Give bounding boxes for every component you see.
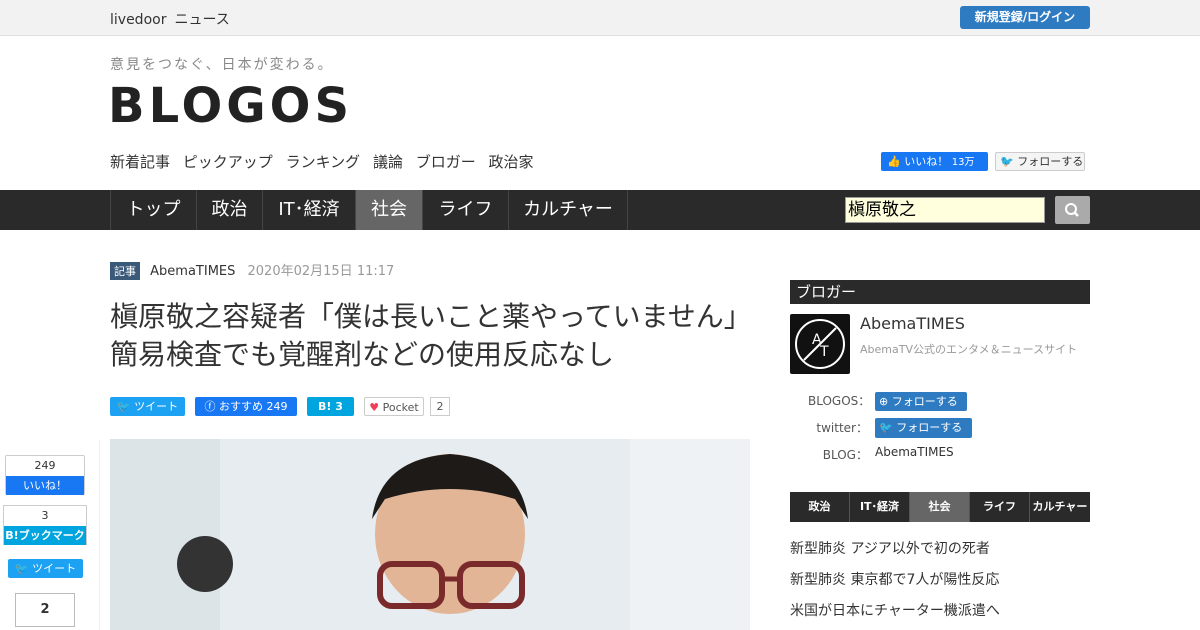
- twitter-bird-icon: 🐦: [879, 421, 893, 434]
- article-source[interactable]: AbemaTIMES: [150, 264, 235, 279]
- subnav-discussion[interactable]: 議論: [373, 153, 403, 171]
- news-item[interactable]: 新型肺炎 東京都で7人が陽性反応: [790, 569, 999, 589]
- hatena-bookmark-button[interactable]: B! 3: [307, 397, 354, 416]
- subnav-pickup[interactable]: ピックアップ: [183, 153, 273, 171]
- abematimes-logo-icon: A T: [795, 319, 845, 369]
- nav-top[interactable]: トップ: [110, 190, 196, 230]
- site-tagline: 意見をつなぐ、日本が変わる。: [110, 57, 334, 73]
- tweet-label: ツイート: [134, 400, 179, 413]
- subnav-ranking[interactable]: ランキング: [286, 153, 361, 171]
- search-button[interactable]: [1055, 196, 1090, 224]
- floating-like-count: 249: [34, 459, 56, 472]
- nav-it-economy[interactable]: IT･経済: [262, 190, 355, 230]
- fb-count: 249: [266, 400, 288, 413]
- pocket-icon: ♥: [369, 401, 380, 414]
- register-login-button[interactable]: 新規登録/ログイン: [960, 6, 1090, 29]
- nav-culture[interactable]: カルチャー: [508, 190, 628, 230]
- article-tag: 記事: [110, 262, 140, 280]
- blogos-follow-label: フォローする: [891, 395, 958, 408]
- twitter-follow-sidebar-button[interactable]: 🐦 フォローする: [875, 418, 972, 438]
- brand-livedoor: livedoor: [110, 12, 167, 28]
- nav-life[interactable]: ライフ: [422, 190, 508, 230]
- blog-link[interactable]: AbemaTIMES: [875, 445, 954, 459]
- article-photo: [110, 439, 750, 630]
- floating-tweet-label: ツイート: [32, 562, 77, 575]
- facebook-recommend-button[interactable]: ⓕ おすすめ 249: [195, 397, 297, 416]
- floating-hatena-count: 3: [41, 509, 49, 522]
- follow-label: フォローする: [1017, 155, 1084, 168]
- like-label: いいね！: [904, 155, 949, 168]
- blogger-description: AbemaTV公式のエンタメ＆ニュースサイト: [860, 343, 1078, 356]
- tab-it-economy[interactable]: IT･経済: [850, 492, 910, 522]
- blogger-avatar[interactable]: A T: [790, 314, 850, 374]
- facebook-icon: ⓕ: [204, 400, 216, 413]
- livedoor-news-link[interactable]: livedoor ニュース: [110, 9, 238, 29]
- twitter-bird-icon: 🐦: [116, 400, 131, 413]
- blogos-label: BLOGOS：: [808, 394, 871, 408]
- tab-life[interactable]: ライフ: [970, 492, 1030, 522]
- hatena-label: B!: [318, 400, 332, 413]
- facebook-like-button[interactable]: 👍 いいね！ 13万: [881, 152, 988, 171]
- subnav-new-articles[interactable]: 新着記事: [110, 153, 170, 171]
- category-tabs: 政治 IT･経済 社会 ライフ カルチャー: [790, 492, 1090, 522]
- svg-text:T: T: [819, 344, 829, 360]
- fb-label: おすすめ: [219, 400, 263, 413]
- tweet-button[interactable]: 🐦 ツイート: [110, 397, 185, 416]
- tab-culture[interactable]: カルチャー: [1030, 492, 1090, 522]
- news-item[interactable]: 米国が日本にチャーター機派遣へ: [790, 600, 1000, 620]
- search-input[interactable]: 槇原敬之: [845, 197, 1045, 223]
- sub-navigation: 新着記事 ピックアップ ランキング 議論 ブロガー 政治家: [110, 151, 542, 172]
- search-icon: [1065, 203, 1079, 217]
- pocket-count: 2: [430, 397, 450, 416]
- floating-hatena-label: B!ブックマーク: [4, 526, 86, 545]
- floating-tweet-button[interactable]: 🐦 ツイート: [8, 559, 83, 578]
- hatena-count: 3: [335, 400, 343, 413]
- tab-society[interactable]: 社会: [910, 492, 970, 522]
- twitter-bird-icon: 🐦: [14, 562, 29, 575]
- pocket-label: Pocket: [382, 401, 419, 414]
- nav-society[interactable]: 社会: [355, 190, 422, 230]
- blogger-name[interactable]: AbemaTIMES: [860, 314, 965, 333]
- news-item[interactable]: 新型肺炎 アジア以外で初の死者: [790, 538, 990, 558]
- thumbs-up-icon: 👍: [887, 155, 901, 168]
- article-meta: 記事 AbemaTIMES 2020年02月15日 11:17: [110, 260, 394, 280]
- article-title: 槇原敬之容疑者「僕は長いこと薬やっていません」 簡易検査でも覚醒剤などの使用反応…: [110, 300, 752, 371]
- twitter-follow-label: フォローする: [896, 421, 963, 434]
- article-date: 2020年02月15日 11:17: [247, 264, 395, 279]
- twitter-bird-icon: 🐦: [1000, 155, 1014, 168]
- blogos-follow-button[interactable]: ⊕ フォローする: [875, 392, 967, 411]
- twitter-label: twitter：: [816, 421, 868, 435]
- top-bar: livedoor ニュース 新規登録/ログイン: [0, 0, 1200, 36]
- floating-like-label: いいね！: [6, 476, 84, 495]
- subnav-bloggers[interactable]: ブロガー: [416, 153, 476, 171]
- blog-label: BLOG：: [822, 448, 868, 462]
- plus-icon: ⊕: [879, 395, 889, 408]
- pocket-button[interactable]: ♥ Pocket: [364, 397, 424, 416]
- nav-politics[interactable]: 政治: [196, 190, 262, 230]
- floating-like-button[interactable]: 249 いいね！: [5, 455, 85, 495]
- article-image: [110, 439, 750, 630]
- site-logo[interactable]: BLOGOS: [108, 78, 353, 134]
- brand-news: ニュース: [174, 12, 230, 28]
- tab-politics[interactable]: 政治: [790, 492, 850, 522]
- floating-pocket-count[interactable]: 2: [15, 593, 75, 627]
- floating-hatena-button[interactable]: 3 B!ブックマーク: [3, 505, 87, 545]
- subnav-politicians[interactable]: 政治家: [489, 153, 534, 171]
- like-count: 13万: [951, 157, 975, 168]
- twitter-follow-button[interactable]: 🐦 フォローする: [995, 152, 1085, 171]
- blogger-heading: ブロガー: [790, 280, 1090, 304]
